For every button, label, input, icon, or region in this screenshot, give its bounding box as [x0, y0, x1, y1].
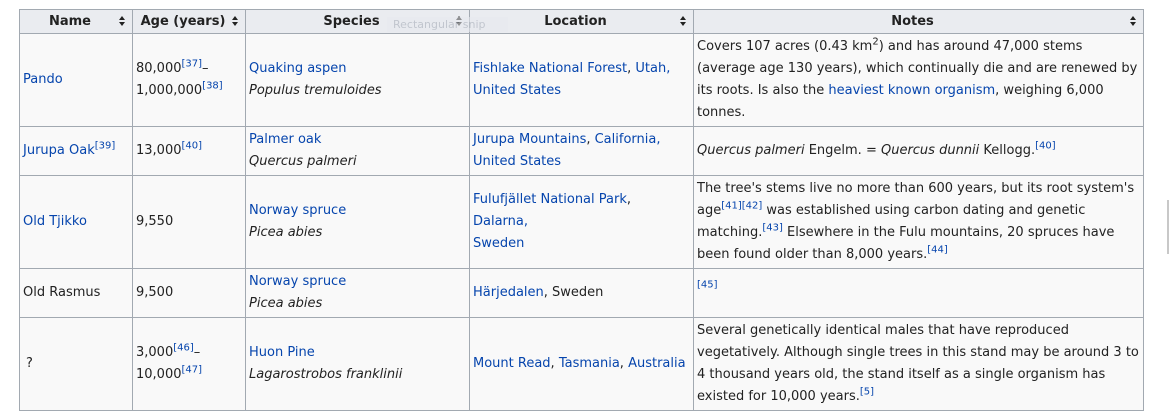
location-link[interactable]: Fishlake National Forest — [473, 61, 627, 76]
location-link[interactable]: Dalarna — [473, 214, 524, 229]
cell-age: 13,000[40] — [132, 126, 246, 176]
cell-notes: [45] — [693, 268, 1144, 318]
cell-age: 3,000[46]– 10,000[47] — [132, 317, 246, 411]
sort-icon[interactable] — [680, 15, 687, 28]
location-link[interactable]: Australia — [628, 356, 686, 371]
cell-age: 9,500 — [132, 268, 246, 318]
citation-link[interactable]: [38] — [202, 81, 223, 92]
citation-link[interactable]: [46] — [173, 343, 194, 354]
cell-species: Quaking aspen Populus tremuloides — [245, 33, 470, 127]
citation-link[interactable]: [37] — [182, 59, 203, 70]
cell-location: Fulufjället National Park, Dalarna, Swede… — [469, 175, 694, 269]
cell-location: Jurupa Mountains, California, United Stat… — [469, 126, 694, 176]
citation-link[interactable]: [41][42] — [721, 201, 762, 212]
latin-name: Lagarostrobos franklinii — [249, 367, 403, 382]
header-age[interactable]: Age (years) — [132, 9, 246, 34]
species-link[interactable]: Huon Pine — [249, 345, 315, 360]
cell-notes: Several genetically identical males that… — [693, 317, 1144, 411]
cell-species: Palmer oak Quercus palmeri — [245, 126, 470, 176]
location-link[interactable]: California — [595, 132, 657, 147]
citation-link[interactable]: [47] — [182, 365, 203, 376]
sort-icon[interactable] — [119, 15, 126, 28]
header-notes[interactable]: Notes — [693, 9, 1144, 34]
cell-name: Old Tjikko — [19, 175, 133, 269]
location-link[interactable]: United States — [473, 154, 561, 169]
sort-icon[interactable] — [1130, 15, 1137, 28]
cell-species: Norway spruce Picea abies — [245, 268, 470, 318]
citation-link[interactable]: [40] — [182, 141, 203, 152]
notes-link[interactable]: heaviest known organism — [828, 83, 995, 98]
location-link[interactable]: Mount Read — [473, 356, 551, 371]
table-row: Jurupa Oak[39] 13,000[40] Palmer oak Quer… — [19, 126, 1144, 176]
oldest-trees-table: Name Age (years) Species Location Notes … — [19, 9, 1144, 411]
snip-tooltip: Rectangular snip — [387, 17, 508, 32]
cell-species: Huon Pine Lagarostrobos franklinii — [245, 317, 470, 411]
header-row: Name Age (years) Species Location Notes — [19, 9, 1144, 34]
citation-link[interactable]: [43] — [762, 223, 783, 234]
latin-name: Picea abies — [249, 296, 323, 311]
table-row: Old Rasmus 9,500 Norway spruce Picea abie… — [19, 268, 1144, 318]
tree-name-link[interactable]: Pando — [23, 72, 63, 87]
location-link[interactable]: Sweden — [473, 236, 524, 251]
citation-link[interactable]: [45] — [697, 280, 718, 291]
header-name[interactable]: Name — [19, 9, 133, 34]
location-link[interactable]: Tasmania — [559, 356, 620, 371]
tree-name: Old Rasmus — [23, 285, 101, 300]
location-link[interactable]: Härjedalen — [473, 285, 544, 300]
cell-name: Pando — [19, 33, 133, 127]
location-link[interactable]: Fulufjället National Park — [473, 192, 627, 207]
cell-location: Fishlake National Forest, Utah, United St… — [469, 33, 694, 127]
species-link[interactable]: Quaking aspen — [249, 61, 346, 76]
location-link[interactable]: Utah — [635, 61, 666, 76]
cell-location: Mount Read, Tasmania, Australia — [469, 317, 694, 411]
species-link[interactable]: Norway spruce — [249, 274, 346, 289]
citation-link[interactable]: [5] — [860, 387, 874, 398]
tree-name: ? — [26, 356, 33, 371]
latin-name: Picea abies — [249, 225, 323, 240]
species-link[interactable]: Norway spruce — [249, 203, 346, 218]
citation-link[interactable]: [39] — [95, 141, 116, 152]
tree-name-link[interactable]: Jurupa Oak — [23, 143, 95, 158]
sort-icon[interactable] — [232, 15, 239, 28]
cell-notes: The tree's stems live no more than 600 y… — [693, 175, 1144, 269]
citation-link[interactable]: [40] — [1035, 141, 1056, 152]
location-link[interactable]: Jurupa Mountains — [473, 132, 586, 147]
cell-age: 9,550 — [132, 175, 246, 269]
cell-name: Old Rasmus — [19, 268, 133, 318]
scrollbar-thumb[interactable] — [1167, 200, 1169, 254]
location-link[interactable]: United States — [473, 83, 561, 98]
cell-species: Norway spruce Picea abies — [245, 175, 470, 269]
cell-name: Jurupa Oak[39] — [19, 126, 133, 176]
cell-location: Härjedalen, Sweden — [469, 268, 694, 318]
latin-name: Quercus palmeri — [249, 154, 357, 169]
citation-link[interactable]: [44] — [927, 245, 948, 256]
cell-name: ? — [19, 317, 133, 411]
cell-notes: Covers 107 acres (0.43 km2) and has arou… — [693, 33, 1144, 127]
cell-notes: Quercus palmeri Engelm. = Quercus dunnii… — [693, 126, 1144, 176]
cell-age: 80,000[37]– 1,000,000[38] — [132, 33, 246, 127]
table-row: Old Tjikko 9,550 Norway spruce Picea abie… — [19, 175, 1144, 269]
latin-name: Populus tremuloides — [249, 83, 382, 98]
table-row: Pando 80,000[37]– 1,000,000[38] Quaking a… — [19, 33, 1144, 127]
table-row: ? 3,000[46]– 10,000[47] Huon Pine Lagarost… — [19, 317, 1144, 411]
tree-name-link[interactable]: Old Tjikko — [23, 214, 87, 229]
species-link[interactable]: Palmer oak — [249, 132, 321, 147]
